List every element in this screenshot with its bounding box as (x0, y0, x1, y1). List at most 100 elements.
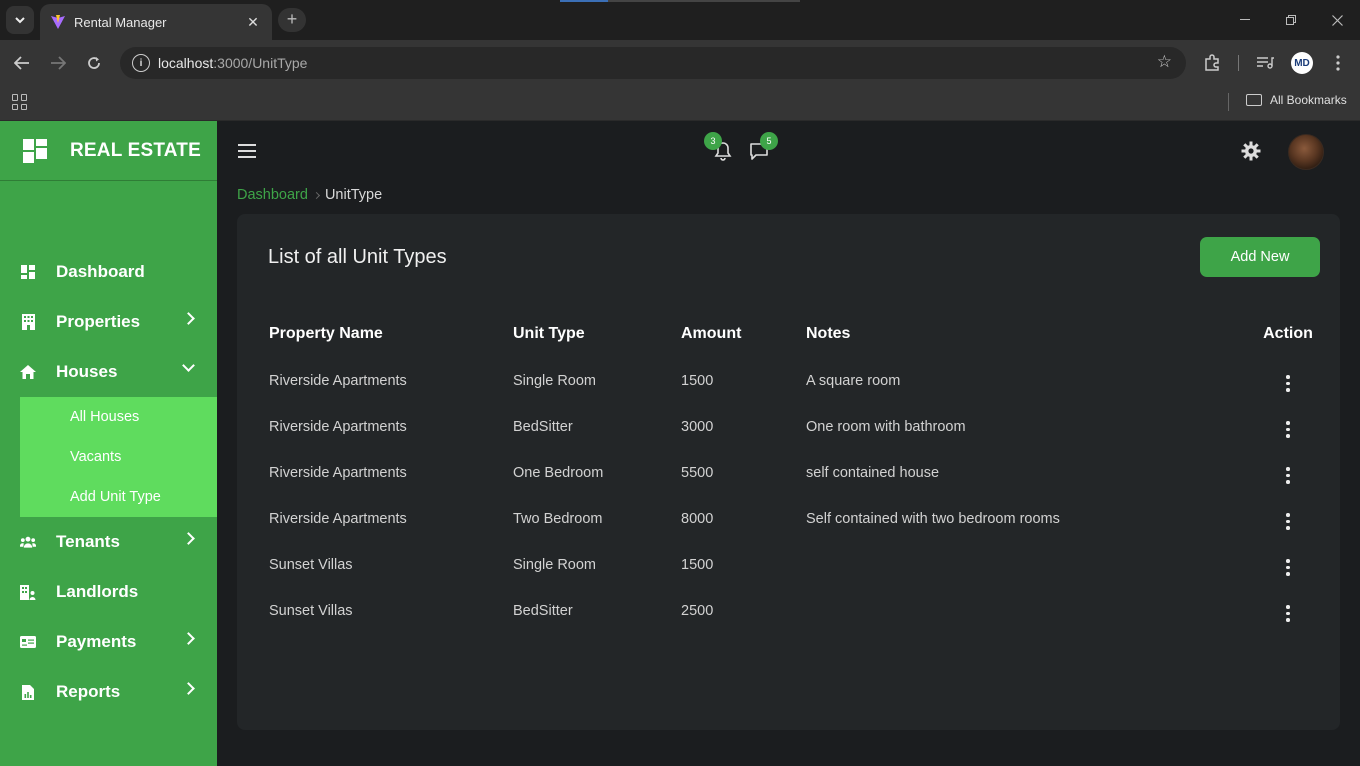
cell-amount: 1500 (681, 557, 714, 573)
browser-tab[interactable]: Rental Manager ✕ (40, 4, 272, 40)
column-header-amount: Amount (681, 325, 742, 342)
row-actions-kebab-icon[interactable] (1278, 509, 1298, 534)
unit-types-table: Property Name Unit Type Amount Notes Act… (254, 310, 1340, 634)
sidebar-item-dashboard[interactable]: Dashboard (0, 247, 217, 297)
sidebar-item-label: Properties (56, 312, 141, 331)
submenu-item-add-unit-type[interactable]: Add Unit Type (20, 477, 217, 517)
chevron-right-icon (182, 632, 195, 645)
minimize-icon (1240, 19, 1250, 20)
sidebar-item-tenants[interactable]: Tenants (0, 517, 217, 567)
submenu-item-vacants[interactable]: Vacants (20, 437, 217, 477)
url-host: localhost (158, 55, 214, 71)
sidebar-item-landlords[interactable]: Landlords (0, 567, 217, 617)
messages-badge: 5 (760, 132, 778, 150)
all-bookmarks-button[interactable]: All Bookmarks (1246, 93, 1347, 107)
sidebar-item-houses[interactable]: Houses (0, 347, 217, 397)
bookmarks-bar: All Bookmarks (0, 86, 1360, 121)
profile-avatar[interactable]: MD (1291, 52, 1313, 74)
add-new-button[interactable]: Add New (1200, 237, 1320, 277)
report-icon (20, 684, 36, 700)
gear-icon (1241, 141, 1261, 161)
tab-search-button[interactable] (6, 6, 34, 34)
back-button[interactable] (9, 50, 35, 76)
cell-amount: 2500 (681, 603, 714, 619)
chevron-right-icon (312, 191, 320, 199)
users-icon (20, 534, 36, 550)
notifications-badge: 3 (704, 132, 722, 150)
row-actions-kebab-icon[interactable] (1278, 417, 1298, 442)
site-info-icon[interactable]: i (132, 54, 150, 72)
cell-amount: 5500 (681, 465, 714, 481)
close-window-button[interactable] (1314, 0, 1360, 40)
sidebar: REAL ESTATE Dashboard Properties Houses … (0, 121, 217, 766)
cell-notes: self contained house (806, 465, 940, 481)
cell-property: Sunset Villas (269, 603, 353, 619)
restore-icon (1286, 15, 1296, 25)
close-icon (1331, 14, 1343, 26)
row-actions-kebab-icon[interactable] (1278, 601, 1298, 626)
brand[interactable]: REAL ESTATE (0, 121, 217, 181)
theme-toggle-button[interactable] (1241, 141, 1261, 161)
column-header-action: Action (1263, 325, 1313, 342)
restore-button[interactable] (1268, 0, 1314, 40)
sidebar-item-label: Landlords (56, 582, 139, 601)
row-actions-kebab-icon[interactable] (1278, 555, 1298, 580)
bookmarks-separator (1228, 93, 1229, 111)
submenu-item-all-houses[interactable]: All Houses (20, 397, 217, 437)
cell-notes (791, 542, 1221, 588)
tab-close-icon[interactable]: ✕ (244, 14, 262, 31)
houses-submenu: All Houses Vacants Add Unit Type (20, 397, 217, 517)
reload-button[interactable] (81, 50, 107, 76)
table-row: Riverside Apartments Two Bedroom 8000 Se… (254, 496, 1340, 542)
breadcrumb-current: UnitType (324, 187, 383, 203)
cell-notes (791, 588, 1221, 634)
breadcrumb-dashboard-link[interactable]: Dashboard (237, 187, 308, 203)
folder-icon (1246, 94, 1262, 106)
column-header-unit-type: Unit Type (513, 325, 585, 342)
chevron-right-icon (182, 532, 195, 545)
row-actions-kebab-icon[interactable] (1278, 371, 1298, 396)
sidebar-item-label: Reports (56, 682, 121, 701)
menu-toggle-icon[interactable] (238, 144, 256, 158)
new-tab-button[interactable]: + (278, 8, 306, 32)
cell-notes: A square room (806, 373, 901, 389)
browser-menu-icon[interactable] (1327, 52, 1349, 74)
cell-amount: 8000 (681, 511, 714, 527)
row-actions-kebab-icon[interactable] (1278, 463, 1298, 488)
sidebar-item-reports[interactable]: Reports (0, 667, 217, 717)
address-bar[interactable]: i localhost:3000/UnitType ☆ (120, 47, 1186, 79)
chevron-right-icon (182, 682, 195, 695)
sidebar-item-properties[interactable]: Properties (0, 297, 217, 347)
bookmark-star-icon[interactable]: ☆ (1157, 52, 1172, 72)
brand-name: REAL ESTATE (70, 139, 201, 161)
cell-property: Sunset Villas (269, 557, 353, 573)
browser-toolbar: i localhost:3000/UnitType ☆ (0, 40, 1360, 86)
user-avatar[interactable] (1288, 134, 1324, 170)
table-row: Sunset Villas BedSitter 2500 (254, 588, 1340, 634)
cell-unit-type: Single Room (513, 373, 597, 389)
arrow-left-icon (14, 56, 29, 70)
cell-notes: One room with bathroom (806, 419, 966, 435)
app-topbar: 3 5 (217, 121, 1360, 181)
sidebar-item-label: Houses (56, 362, 118, 381)
chevron-right-icon (182, 312, 195, 325)
extensions-icon[interactable] (1201, 52, 1223, 74)
vite-logo-icon (51, 15, 65, 29)
landlord-icon (20, 584, 36, 600)
media-control-icon[interactable] (1254, 52, 1276, 74)
sidebar-item-payments[interactable]: Payments (0, 617, 217, 667)
cell-notes: Self contained with two bedroom rooms (806, 511, 1060, 527)
chevron-down-icon (182, 359, 195, 372)
cell-unit-type: Single Room (513, 557, 597, 573)
sidebar-item-label: Payments (56, 632, 137, 651)
reload-icon (88, 57, 100, 69)
app-root: REAL ESTATE Dashboard Properties Houses … (0, 121, 1360, 766)
cell-property: Riverside Apartments (269, 465, 407, 481)
minimize-button[interactable] (1222, 0, 1268, 40)
unit-types-card: List of all Unit Types Add New Property … (237, 214, 1340, 730)
cell-unit-type: One Bedroom (513, 465, 604, 481)
apps-grid-icon[interactable] (12, 94, 28, 110)
breadcrumb: Dashboard UnitType (237, 187, 382, 203)
forward-button[interactable] (45, 50, 71, 76)
url-path: :3000/UnitType (213, 55, 308, 71)
